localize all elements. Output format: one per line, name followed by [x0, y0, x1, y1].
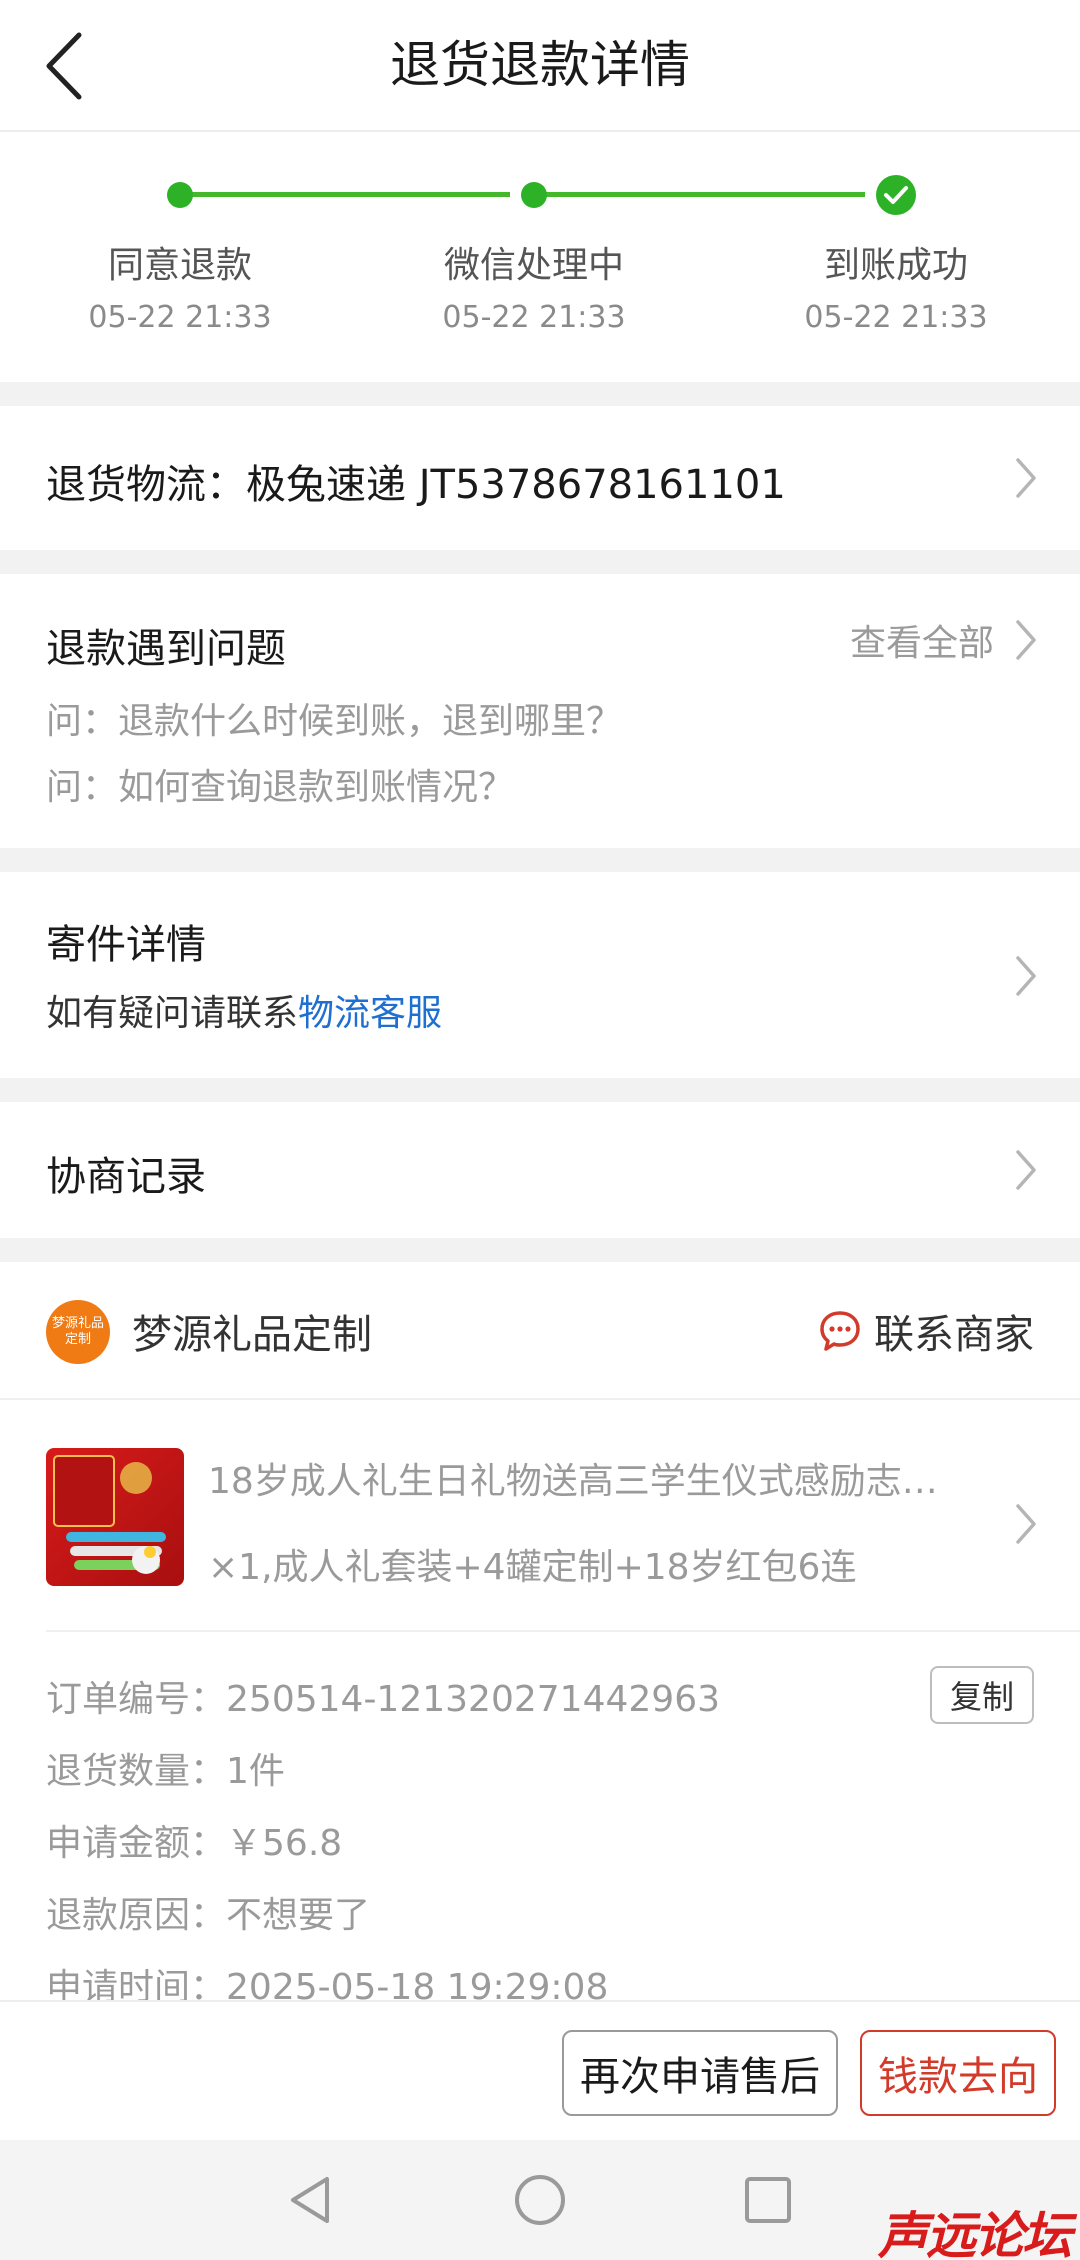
shipping-title: 寄件详情: [46, 922, 206, 968]
section-divider: [0, 1078, 1080, 1102]
chevron-right-icon: [1016, 956, 1036, 996]
section-divider: [0, 848, 1080, 872]
step-label: 同意退款: [107, 245, 252, 286]
divider: [46, 1630, 1080, 1632]
reapply-after-sale-button[interactable]: 再次申请售后: [562, 2030, 838, 2116]
shipping-details-row[interactable]: 寄件详情 如有疑问请联系物流客服: [0, 872, 1080, 1078]
logistics-tracking: JT5378678161101: [418, 462, 786, 508]
section-divider: [0, 382, 1080, 406]
reason-label: 退款原因：: [46, 1895, 227, 1936]
triangle-back-icon: [291, 2177, 329, 2223]
refund-progress: 同意退款 微信处理中 到账成功 05-22 21:33 05-22 21:33 …: [0, 132, 1080, 382]
view-all-link[interactable]: 查看全部: [850, 614, 1040, 666]
progress-track-2: [545, 192, 865, 197]
refund-faq-section: 退款遇到问题 查看全部 问：退款什么时候到账，退到哪里？ 问：如何查询退款到账情…: [0, 574, 1080, 848]
step-done-check-icon: [876, 175, 916, 215]
product-title: 18岁成人礼生日礼物送高三学生仪式感励志…: [208, 1461, 938, 1502]
chevron-right-icon: [1016, 458, 1036, 498]
copy-button[interactable]: 复制: [930, 1666, 1034, 1724]
view-all-label: 查看全部: [849, 623, 994, 664]
return-logistics-row[interactable]: 退货物流：极兔速递 JT5378678161101: [0, 406, 1080, 550]
faq-question-1[interactable]: 问：退款什么时候到账，退到哪里？: [46, 692, 622, 744]
site-watermark: 声远论坛: [878, 2206, 1072, 2260]
return-qty-line: 退货数量：1件: [46, 1742, 285, 1794]
negotiation-title: 协商记录: [46, 1154, 206, 1200]
shop-logo-text: 梦源礼品定制: [52, 1316, 105, 1347]
app-header: 退货退款详情: [0, 0, 1080, 132]
section-divider: [0, 550, 1080, 574]
order-number-line: 订单编号：250514-121320271442963: [46, 1670, 720, 1722]
amount-label: 申请金额：: [46, 1823, 227, 1864]
money-flow-button[interactable]: 钱款去向: [860, 2030, 1056, 2116]
chevron-right-icon: [1016, 1504, 1036, 1544]
contact-seller-label: 联系商家: [874, 1312, 1034, 1358]
divider: [0, 1398, 1080, 1400]
square-recents-icon: [745, 2177, 791, 2223]
chat-bubble-icon: [820, 1311, 860, 1351]
step-dot-1: [167, 182, 193, 208]
order-number: 250514-121320271442963: [226, 1679, 720, 1720]
shop-name[interactable]: 梦源礼品定制: [132, 1302, 372, 1360]
negotiation-record-row[interactable]: 协商记录: [0, 1102, 1080, 1238]
amount: ￥56.8: [226, 1823, 343, 1864]
order-number-label: 订单编号：: [46, 1679, 227, 1720]
return-qty-label: 退货数量：: [46, 1751, 227, 1792]
circle-home-icon: [515, 2175, 565, 2225]
step-time: 05-22 21:33: [804, 300, 988, 335]
bottom-action-bar: 再次申请售后 钱款去向: [0, 2000, 1080, 2140]
reason: 不想要了: [226, 1895, 371, 1936]
logistics-text: 退货物流：极兔速递 JT5378678161101: [46, 452, 786, 510]
amount-line: 申请金额：￥56.8: [46, 1814, 342, 1866]
return-qty: 1件: [226, 1751, 285, 1792]
shop-logo: 梦源礼品定制: [46, 1300, 110, 1364]
nav-home-button[interactable]: [510, 2170, 570, 2230]
step-label: 到账成功: [823, 245, 968, 286]
step-dot-2: [521, 182, 547, 208]
faq-question-2[interactable]: 问：如何查询退款到账情况？: [46, 758, 514, 810]
shipping-hint-text: 如有疑问请联系: [46, 993, 299, 1034]
product-image: [46, 1448, 184, 1586]
logistics-carrier: 极兔速递: [246, 462, 406, 508]
nav-recents-button[interactable]: [738, 2170, 798, 2230]
reason-line: 退款原因：不想要了: [46, 1886, 370, 1938]
chevron-right-icon: [1016, 1150, 1036, 1190]
product-sku: ×1,成人礼套装+4罐定制+18岁红包6连: [208, 1547, 857, 1588]
step-label: 微信处理中: [443, 245, 624, 286]
faq-title: 退款遇到问题: [46, 626, 286, 672]
nav-back-button[interactable]: [280, 2170, 340, 2230]
shipping-hint: 如有疑问请联系物流客服: [46, 984, 442, 1036]
section-divider: [0, 1238, 1080, 1262]
progress-track-1: [190, 192, 510, 197]
step-time: 05-22 21:33: [88, 300, 272, 335]
logistics-label: 退货物流：: [46, 462, 246, 508]
logistics-service-link[interactable]: 物流客服: [298, 993, 442, 1034]
order-card: 梦源礼品定制 梦源礼品定制 联系商家 18岁成人礼生日礼物送高三学生仪式感励志……: [0, 1262, 1080, 2008]
page-title: 退货退款详情: [390, 36, 690, 94]
step-time: 05-22 21:33: [442, 300, 626, 335]
chevron-right-icon: [1016, 620, 1036, 660]
contact-seller-button[interactable]: 联系商家: [818, 1302, 1034, 1360]
